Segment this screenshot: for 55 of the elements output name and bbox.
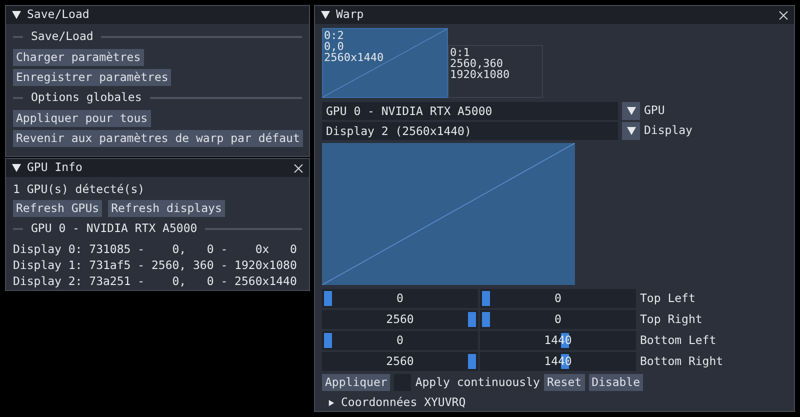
status-text: 1 GPU(s) détecté(s) xyxy=(13,181,146,197)
dropdown-arrow-button[interactable] xyxy=(622,122,640,140)
display-rectangle[interactable]: 0:2 0,0 2560x1440 xyxy=(322,28,448,98)
caret-icon xyxy=(626,127,636,135)
window-title: GPU Info xyxy=(27,159,82,176)
action-button[interactable]: Charger paramètres xyxy=(13,49,144,66)
slider-field[interactable]: 0 xyxy=(480,289,636,308)
refresh-button[interactable]: Refresh displays xyxy=(108,200,225,217)
dropdown-label: GPU xyxy=(644,102,665,120)
action-button[interactable]: Revenir aux paramètres de warp par défaut xyxy=(13,130,303,147)
slider-field[interactable]: 0 xyxy=(480,310,636,329)
dropdown-arrow-button[interactable] xyxy=(622,102,640,120)
action-button[interactable]: Disable xyxy=(588,374,644,391)
section-header: Save/Load xyxy=(31,28,94,46)
window-title: Save/Load xyxy=(27,6,90,24)
display-label: 0:1 2560,360 1920x1080 xyxy=(450,47,511,80)
window-title: Warp xyxy=(336,6,364,24)
slider-thumb[interactable] xyxy=(482,291,490,306)
slider-thumb[interactable] xyxy=(468,312,476,327)
dropdown-field[interactable]: Display 2 (2560x1440) xyxy=(322,122,618,140)
collapse-arrow-icon[interactable] xyxy=(12,11,21,19)
action-button[interactable]: Appliquer xyxy=(322,374,390,391)
section-header: Options globales xyxy=(31,89,142,106)
close-icon[interactable] xyxy=(294,164,303,172)
corner-label: Top Left xyxy=(640,290,696,307)
tree-node-label[interactable]: Coordonnées XYUVRQ xyxy=(341,394,466,412)
slider-field[interactable]: 2560 xyxy=(322,310,478,329)
collapse-arrow-icon[interactable] xyxy=(12,164,21,172)
display-info-line: Display 1: 731af5 - 2560, 360 - 1920x1080 xyxy=(13,257,298,273)
close-icon[interactable] xyxy=(779,10,788,20)
display-info-line: Display 2: 73a251 - 0, 0 - 2560x1440 xyxy=(13,273,298,289)
corner-label: Bottom Right xyxy=(640,352,724,370)
dropdown-label: Display xyxy=(644,122,692,140)
corner-label: Top Right xyxy=(640,310,702,328)
slider-field[interactable]: 0 xyxy=(322,331,478,350)
action-button[interactable]: Enregistrer paramètres xyxy=(13,69,172,86)
dropdown-field[interactable]: GPU 0 - NVIDIA RTX A5000 xyxy=(322,102,618,120)
refresh-button[interactable]: Refresh GPUs xyxy=(13,200,102,217)
caret-icon xyxy=(626,107,636,115)
action-button[interactable]: Appliquer pour tous xyxy=(13,110,151,127)
slider-thumb[interactable] xyxy=(324,333,332,348)
slider-thumb[interactable] xyxy=(324,291,332,306)
display-rectangle[interactable]: 0:1 2560,360 1920x1080 xyxy=(448,45,543,98)
slider-field[interactable]: 0 xyxy=(322,289,478,308)
corner-label: Bottom Left xyxy=(640,332,716,349)
display-label: 0:2 0,0 2560x1440 xyxy=(324,30,385,63)
collapse-arrow-icon[interactable] xyxy=(321,11,330,19)
slider-thumb[interactable] xyxy=(482,312,490,327)
section-header: GPU 0 - NVIDIA RTX A5000 xyxy=(31,220,198,238)
slider-field[interactable]: 2560 xyxy=(322,352,478,371)
checkbox-label: Apply continuously xyxy=(415,374,540,391)
display-info-line: Display 0: 731085 - 0, 0 - 0x 0 xyxy=(13,241,298,257)
action-button[interactable]: Reset xyxy=(544,374,585,391)
tree-arrow-icon[interactable] xyxy=(328,398,335,407)
slider-thumb[interactable] xyxy=(468,354,476,369)
